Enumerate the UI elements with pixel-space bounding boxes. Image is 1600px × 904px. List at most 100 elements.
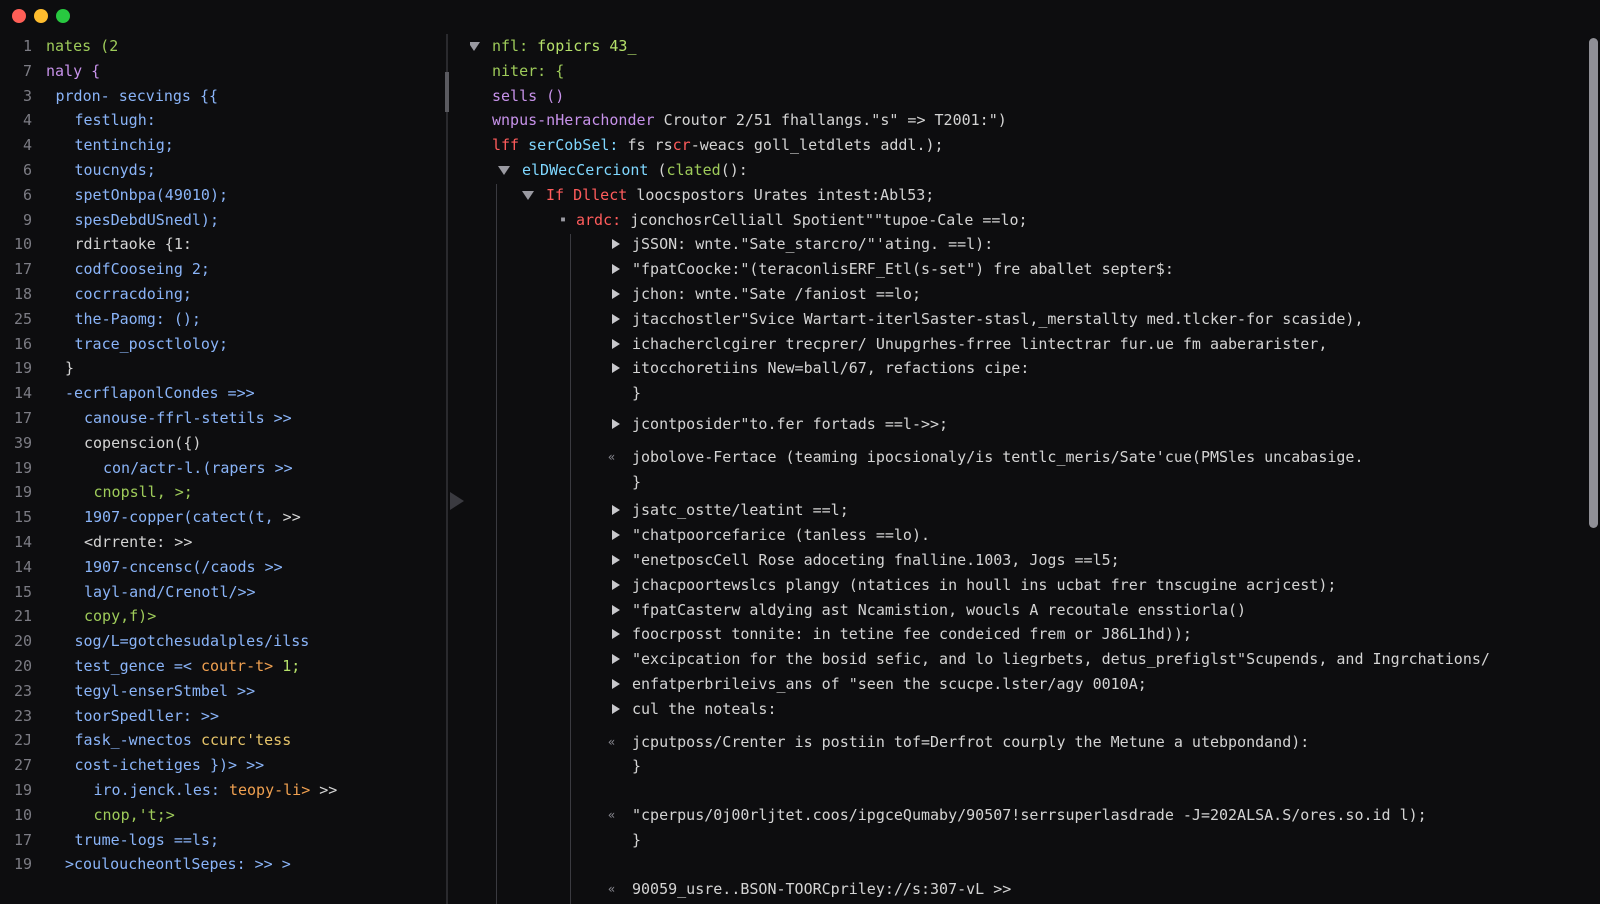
line-number: 18 — [13, 285, 32, 303]
code-line[interactable]: If Dllect loocspostors Urates intest:Abl… — [470, 183, 1580, 207]
code-line[interactable]: sells () — [470, 84, 1580, 108]
code-line[interactable]: lff serCobSel: fs rscr-weacs goll_letdle… — [470, 133, 1580, 157]
zoom-window-button[interactable] — [56, 9, 70, 23]
fold-collapsed-icon[interactable] — [612, 338, 620, 349]
code-line[interactable]: 2J fask_-wnectos ccurc'tess — [0, 728, 440, 752]
code-line[interactable]: « 90059_usre..BSON-TOORCpriley://s:307-vL… — [470, 877, 1580, 901]
close-window-button[interactable] — [12, 9, 26, 23]
code-line[interactable]: 4 tentinchig; — [0, 133, 440, 157]
code-line[interactable]: 14 <drrente: >> — [0, 530, 440, 554]
code-line[interactable]: 3 prdon- secvings {{ — [0, 84, 440, 108]
fold-collapsed-icon[interactable] — [612, 313, 620, 324]
fold-expanded-icon[interactable] — [498, 166, 510, 175]
fold-collapsed-icon[interactable] — [612, 604, 620, 615]
code-line[interactable]: nfl: fopicrs 43_ — [470, 34, 1580, 58]
scrollbar-thumb[interactable] — [1589, 38, 1598, 528]
code-line[interactable]: cul the noteals: — [470, 697, 1580, 721]
code-line[interactable]: wnpus-nHerachonder Croutor 2/51 fhallang… — [470, 108, 1580, 132]
code-line[interactable]: 27 cost-ichetiges })> >> — [0, 753, 440, 777]
code-line[interactable]: "excipcation for the bosid sefic, and lo… — [470, 647, 1580, 671]
code-line[interactable]: "fpatCasterw aldying ast Ncamistion, wou… — [470, 598, 1580, 622]
code-line[interactable]: 17 codfCooseing 2; — [0, 257, 440, 281]
code-line[interactable]: 39 copenscion({) — [0, 431, 440, 455]
code-line[interactable]: 21 copy,f)> — [0, 604, 440, 628]
collapse-pane-icon[interactable] — [450, 492, 464, 510]
code-line[interactable]: 4 festlugh: — [0, 108, 440, 132]
fold-collapsed-icon[interactable] — [612, 289, 620, 299]
code-line[interactable]: itocchoretiins New=ball/67, refactions c… — [470, 356, 1580, 380]
code-line[interactable]: 14 -ecrflaponlCondes =>> — [0, 381, 440, 405]
code-token: test_gence =< — [74, 657, 201, 675]
fold-collapsed-icon[interactable] — [612, 555, 620, 565]
code-line[interactable]: 15 1907-copper(catect(t, >> — [0, 505, 440, 529]
code-line[interactable]: jSSON: wnte."Sate_starcro/"'ating. ==l): — [470, 232, 1580, 256]
code-line[interactable]: 19} — [0, 356, 440, 380]
code-line[interactable]: } — [470, 828, 1580, 852]
code-line[interactable]: 20 sog/L=gotchesudalples/ilss — [0, 629, 440, 653]
code-line[interactable]: ichacherclcgirer trecprer/ Unupgrhes-frr… — [470, 332, 1580, 356]
code-line[interactable]: « jcputposs/Crenter is postiin tof=Derfro… — [470, 730, 1580, 754]
code-line[interactable]: 14 1907-cncensc(/caods >> — [0, 555, 440, 579]
code-line[interactable]: 20 test_gence =< coutr-t> 1; — [0, 654, 440, 678]
code-line[interactable]: 19 iro.jenck.les: teopy-li> >> — [0, 778, 440, 802]
code-line[interactable]: ▪ ardc: jconchosrCelliall Spotient""tupoe… — [470, 208, 1580, 232]
fold-collapsed-icon[interactable] — [612, 703, 620, 714]
code-line[interactable]: } — [470, 470, 1580, 494]
pane-divider[interactable] — [446, 34, 448, 904]
minimize-window-button[interactable] — [34, 9, 48, 23]
code-text: codfCooseing 2; — [75, 257, 210, 281]
code-line[interactable]: 23 tegyl-enserStmbel >> — [0, 679, 440, 703]
code-line[interactable]: jchacpoortewslcs plangy (ntatices in hou… — [470, 573, 1580, 597]
fold-collapsed-icon[interactable] — [612, 264, 620, 275]
fold-expanded-icon[interactable] — [470, 42, 480, 51]
code-line[interactable]: niter: { — [470, 59, 1580, 83]
code-line[interactable]: jsatc_ostte/leatint ==l; — [470, 498, 1580, 522]
fold-expanded-icon[interactable] — [522, 190, 534, 200]
fold-collapsed-icon[interactable] — [612, 654, 620, 665]
code-line[interactable]: 10 rdirtaoke {1: — [0, 232, 440, 256]
code-line[interactable]: 16 trace_posctloloy; — [0, 332, 440, 356]
code-line[interactable]: elDWecCerciont (clated(): — [470, 158, 1580, 182]
code-line[interactable]: 15 layl-and/Crenotl/>> — [0, 580, 440, 604]
code-line[interactable]: 19 >couloucheontlSepes: >> > — [0, 852, 440, 876]
code-line[interactable]: 6 toucnyds; — [0, 158, 440, 182]
code-line[interactable]: "fpatCoocke:"(teraconlisERF_Etl(s-set") … — [470, 257, 1580, 281]
code-line[interactable]: 1 nates (2 — [0, 34, 440, 58]
line-number: 19 — [13, 359, 32, 378]
code-line[interactable]: 6 spetOnbpa(49010); — [0, 183, 440, 207]
code-line[interactable]: foocrposst tonnite: in tetine fee condei… — [470, 622, 1580, 646]
code-token: lff — [492, 136, 529, 155]
code-line[interactable]: "chatpoorcefarice (tanless ==lo). — [470, 523, 1580, 547]
code-line[interactable]: 17 canouse-ffrl-stetils >> — [0, 406, 440, 430]
code-line[interactable]: 19 cnopsll, >; — [0, 480, 440, 504]
fold-collapsed-icon[interactable] — [612, 629, 620, 640]
code-line[interactable]: } — [470, 381, 1580, 405]
code-line[interactable]: 17 trume-logs ==ls; — [0, 828, 440, 852]
code-line[interactable]: jtacchostler"Svice Wartart-iterlSaster-s… — [470, 307, 1580, 331]
code-line[interactable]: « jobolove-Fertace (teaming ipocsionaly/i… — [470, 445, 1580, 469]
code-line[interactable]: 23 toorSpedller: >> — [0, 704, 440, 728]
fold-collapsed-icon[interactable] — [612, 363, 620, 374]
fold-collapsed-icon[interactable] — [612, 239, 620, 250]
code-line[interactable]: 19 con/actr-l.(rapers >> — [0, 456, 440, 480]
code-line[interactable]: 18 cocrracdoing; — [0, 282, 440, 306]
code-line[interactable]: jcontposider"to.fer fortads ==l->>; — [470, 412, 1580, 436]
code-line[interactable]: jchon: wnte."Sate /faniost ==lo; — [470, 282, 1580, 306]
code-line[interactable]: } — [470, 754, 1580, 778]
code-line[interactable]: 10 cnop,'t;> — [0, 803, 440, 827]
right-code-editor[interactable]: nfl: fopicrs 43_ niter: {sells () wnpus-nH… — [470, 34, 1580, 904]
fold-collapsed-icon[interactable] — [612, 530, 620, 541]
left-code-editor[interactable]: 1 nates (2 7 naly {3 prdon- secvings {{4 fest… — [0, 34, 446, 904]
fold-collapsed-icon[interactable] — [612, 579, 620, 590]
code-line[interactable]: « "cperpus/0j00rljtet.coos/ipgceQumaby/90… — [470, 803, 1580, 827]
code-token: jcputposs/Crenter is postiin tof=Derfrot… — [632, 732, 1310, 751]
code-line[interactable]: "enetposcCell Rose adoceting fnalline.10… — [470, 548, 1580, 572]
fold-collapsed-icon[interactable] — [612, 419, 620, 429]
divider-handle[interactable] — [445, 72, 449, 112]
fold-collapsed-icon[interactable] — [612, 679, 620, 689]
code-line[interactable]: enfatperbrileivs_ans of "seen the scucpe… — [470, 672, 1580, 696]
code-line[interactable]: 25 the-Paomg: (); — [0, 307, 440, 331]
code-line[interactable]: 7 naly { — [0, 59, 440, 83]
fold-collapsed-icon[interactable] — [612, 505, 620, 516]
code-line[interactable]: 9 spesDebdUSnedl); — [0, 208, 440, 232]
